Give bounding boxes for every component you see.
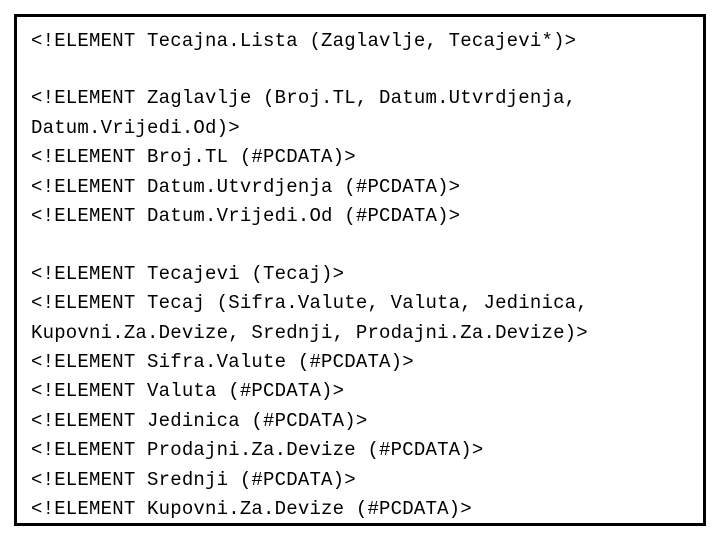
dtd-line: <!ELEMENT Tecajna.Lista (Zaglavlje, Teca…	[31, 27, 689, 56]
dtd-line: <!ELEMENT Valuta (#PCDATA)>	[31, 377, 689, 406]
dtd-line: <!ELEMENT Jedinica (#PCDATA)>	[31, 407, 689, 436]
dtd-line: <!ELEMENT Broj.TL (#PCDATA)>	[31, 143, 689, 172]
dtd-line: <!ELEMENT Kupovni.Za.Devize (#PCDATA)>	[31, 495, 689, 524]
dtd-frame: <!ELEMENT Tecajna.Lista (Zaglavlje, Teca…	[14, 14, 706, 526]
dtd-line: <!ELEMENT Prodajni.Za.Devize (#PCDATA)>	[31, 436, 689, 465]
dtd-line: <!ELEMENT Sifra.Valute (#PCDATA)>	[31, 348, 689, 377]
dtd-line: <!ELEMENT Datum.Utvrdjenja (#PCDATA)>	[31, 173, 689, 202]
dtd-line: <!ELEMENT Tecaj (Sifra.Valute, Valuta, J…	[31, 289, 689, 348]
blank-line	[31, 56, 689, 84]
dtd-line: <!ELEMENT Datum.Vrijedi.Od (#PCDATA)>	[31, 202, 689, 231]
dtd-line: <!ELEMENT Srednji (#PCDATA)>	[31, 466, 689, 495]
dtd-line: <!ELEMENT Zaglavlje (Broj.TL, Datum.Utvr…	[31, 84, 689, 143]
blank-line	[31, 232, 689, 260]
dtd-line: <!ELEMENT Tecajevi (Tecaj)>	[31, 260, 689, 289]
